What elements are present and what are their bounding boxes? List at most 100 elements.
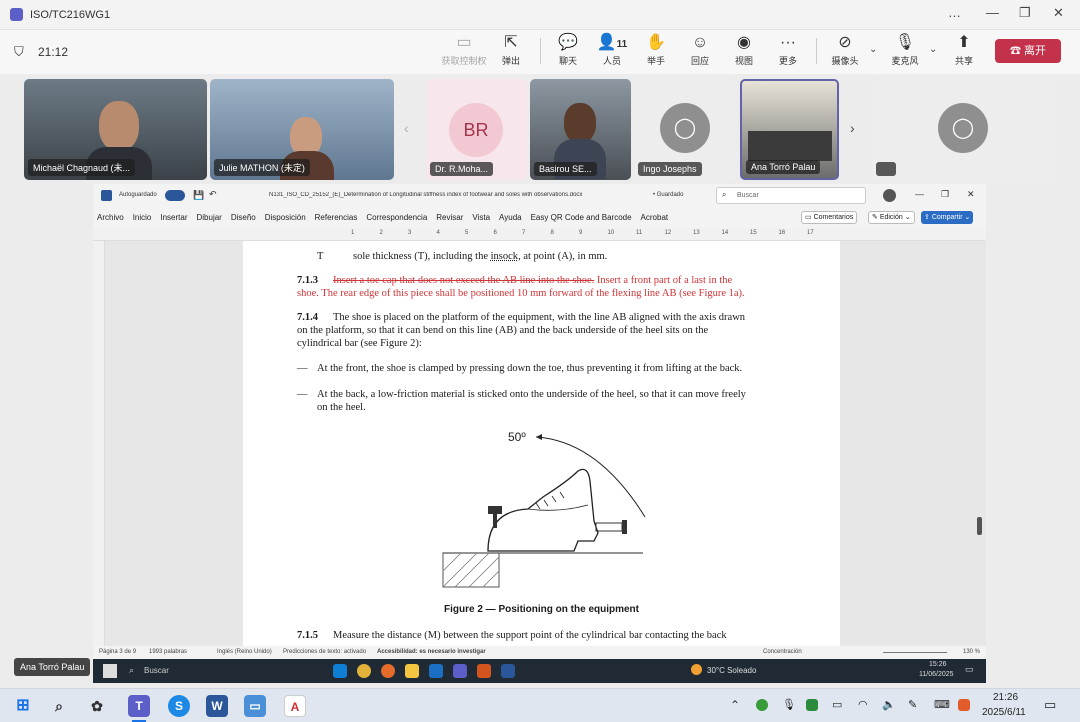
participant-tile[interactable]: Julie MATHON (未定)	[210, 79, 394, 180]
wechat-icon[interactable]	[806, 699, 818, 711]
leave-button[interactable]: ☎ 离开	[995, 39, 1061, 63]
autosave-toggle[interactable]	[165, 190, 185, 201]
outlook-icon[interactable]	[429, 664, 443, 678]
search-icon[interactable]: ⌕	[48, 695, 70, 717]
pdf-icon[interactable]: A	[284, 695, 306, 717]
teams-icon[interactable]	[453, 664, 467, 678]
clock-date[interactable]: 2025/6/11	[982, 707, 1026, 718]
document-page[interactable]: T sole thickness (T), including the inso…	[243, 241, 840, 646]
edge-icon[interactable]	[333, 664, 347, 678]
minimize-icon[interactable]: …	[948, 5, 961, 20]
powerpoint-icon[interactable]	[477, 664, 491, 678]
more-button[interactable]: ··· 更多	[764, 34, 812, 67]
ribbon-tab[interactable]: Disposición	[265, 213, 306, 222]
ribbon-tab[interactable]: Vista	[472, 213, 490, 222]
volume-icon[interactable]: 🔈	[882, 698, 896, 711]
close-icon[interactable]: ✕	[1053, 5, 1064, 21]
chat-button[interactable]: 💬 聊天	[544, 34, 592, 67]
page-count[interactable]: Página 3 de 9	[99, 649, 136, 655]
widgets-icon[interactable]: ✿	[86, 695, 108, 717]
participant-tile[interactable]: ◯ Ingo Josephs	[634, 79, 736, 180]
search-box[interactable]: ⌕ Buscar	[716, 187, 866, 204]
word-icon[interactable]	[501, 664, 515, 678]
ribbon-tab[interactable]: Inicio	[133, 213, 152, 222]
teams-icon[interactable]: T	[128, 695, 150, 717]
battery-icon[interactable]: ▭	[832, 698, 842, 711]
participant-tile[interactable]: BR Dr. R.Moha...	[426, 79, 527, 180]
raise-hand-button[interactable]: ✋ 举手	[632, 34, 680, 67]
browser-icon[interactable]: S	[168, 695, 190, 717]
windows-start-icon[interactable]	[103, 664, 117, 678]
ribbon-tab[interactable]: Dibujar	[197, 213, 222, 222]
accessibility-status[interactable]: Accesibilidad: es necesario investigar	[377, 649, 486, 655]
pen-icon[interactable]: ✎	[908, 698, 917, 711]
ribbon-tab[interactable]: Easy QR Code and Barcode	[531, 213, 632, 222]
undo-icon[interactable]: ↶	[209, 189, 217, 200]
tray-app-icon[interactable]	[756, 699, 768, 711]
scroll-left-chevron-icon[interactable]: ‹	[404, 120, 409, 136]
word-icon[interactable]: W	[206, 695, 228, 717]
share-button[interactable]: ⇪ Compartir ⌄	[921, 211, 974, 224]
editing-button[interactable]: ✎ Edición ⌄	[868, 211, 915, 224]
remote-date[interactable]: 11/06/2025	[919, 671, 954, 678]
folder-icon[interactable]	[405, 664, 419, 678]
ribbon-tab[interactable]: Diseño	[231, 213, 256, 222]
participant-tile[interactable]: ◯	[872, 79, 1055, 180]
take-control-button[interactable]: ▭ 获取控制权	[440, 34, 488, 67]
user-avatar[interactable]	[883, 189, 896, 202]
minimize-icon[interactable]: —	[915, 189, 924, 199]
ribbon-tab[interactable]: Revisar	[436, 213, 463, 222]
ribbon-tab[interactable]: Correspondencia	[366, 213, 427, 222]
share-button[interactable]: ⬆ 共享	[940, 34, 988, 67]
search-icon[interactable]: ⌕	[129, 665, 134, 676]
ribbon-tab[interactable]: Archivo	[97, 213, 124, 222]
chrome-icon[interactable]	[357, 664, 371, 678]
camera-options-chevron-icon[interactable]: ⌄	[869, 44, 877, 55]
firefox-icon[interactable]	[381, 664, 395, 678]
remote-time[interactable]: 15:26	[929, 661, 947, 668]
maximize-icon[interactable]: ❐	[941, 189, 949, 200]
file-explorer-icon[interactable]: ▭	[244, 695, 266, 717]
scroll-right-chevron-icon[interactable]: ›	[850, 120, 855, 136]
mic-button[interactable]: 🎙 麦克风	[881, 34, 929, 67]
react-button[interactable]: ☺ 回应	[676, 34, 724, 67]
ribbon-tab[interactable]: Acrobat	[641, 213, 669, 222]
clock-time[interactable]: 21:26	[993, 692, 1018, 703]
zoom-level[interactable]: 130 %	[963, 649, 980, 655]
vertical-ruler[interactable]	[93, 241, 105, 646]
minimize-button[interactable]: —	[986, 5, 999, 20]
remote-weather[interactable]: 30°C Soleado	[707, 666, 756, 675]
notification-icon[interactable]: ▭	[1044, 697, 1056, 713]
text-predictions[interactable]: Predicciones de texto: activado	[283, 649, 366, 655]
ribbon-tab[interactable]: Referencias	[315, 213, 358, 222]
close-icon[interactable]: ✕	[967, 189, 975, 200]
word-count[interactable]: 1993 palabras	[149, 649, 187, 655]
zoom-slider[interactable]	[883, 652, 947, 653]
language[interactable]: Inglés (Reino Unido)	[217, 649, 272, 655]
mic-icon[interactable]: 🎙	[782, 698, 796, 711]
popout-button[interactable]: ⇱ 弹出	[487, 34, 535, 67]
ribbon-tab[interactable]: Insertar	[160, 213, 187, 222]
camera-button[interactable]: ⊘ 摄像头	[821, 34, 869, 67]
focus-mode[interactable]: Concentración	[763, 649, 802, 655]
horizontal-ruler[interactable]: 1 2 3 4 5 6 7 8 9 10 11 12 13 14 15 16 17	[93, 228, 986, 241]
remote-search-label[interactable]: Buscar	[144, 666, 169, 675]
comments-button[interactable]: ▭ Comentarios	[801, 211, 858, 224]
search-icon: ⌕	[722, 190, 727, 199]
view-button[interactable]: ◉ 视图	[720, 34, 768, 67]
mic-options-chevron-icon[interactable]: ⌄	[929, 44, 937, 55]
maximize-icon[interactable]: ❐	[1019, 5, 1031, 21]
notification-icon[interactable]: ▭	[965, 664, 974, 675]
participant-tile[interactable]: Michaël Chagnaud (未...	[24, 79, 207, 180]
wifi-icon[interactable]: ◠	[858, 698, 868, 711]
participant-tile-active[interactable]: Ana Torró Palau	[740, 79, 839, 180]
participant-tile[interactable]: Basirou SE...	[530, 79, 631, 180]
input-method-icon[interactable]: ⌨	[934, 698, 950, 711]
vertical-scrollbar-thumb[interactable]	[977, 517, 982, 535]
ribbon-tab[interactable]: Ayuda	[499, 213, 522, 222]
save-icon[interactable]: 💾	[193, 190, 204, 201]
tray-app-icon[interactable]	[958, 699, 970, 711]
people-button[interactable]: 👤11 人员	[588, 34, 636, 67]
windows-start-icon[interactable]: ⊞	[12, 695, 34, 717]
chevron-up-icon[interactable]: ⌃	[730, 698, 740, 712]
